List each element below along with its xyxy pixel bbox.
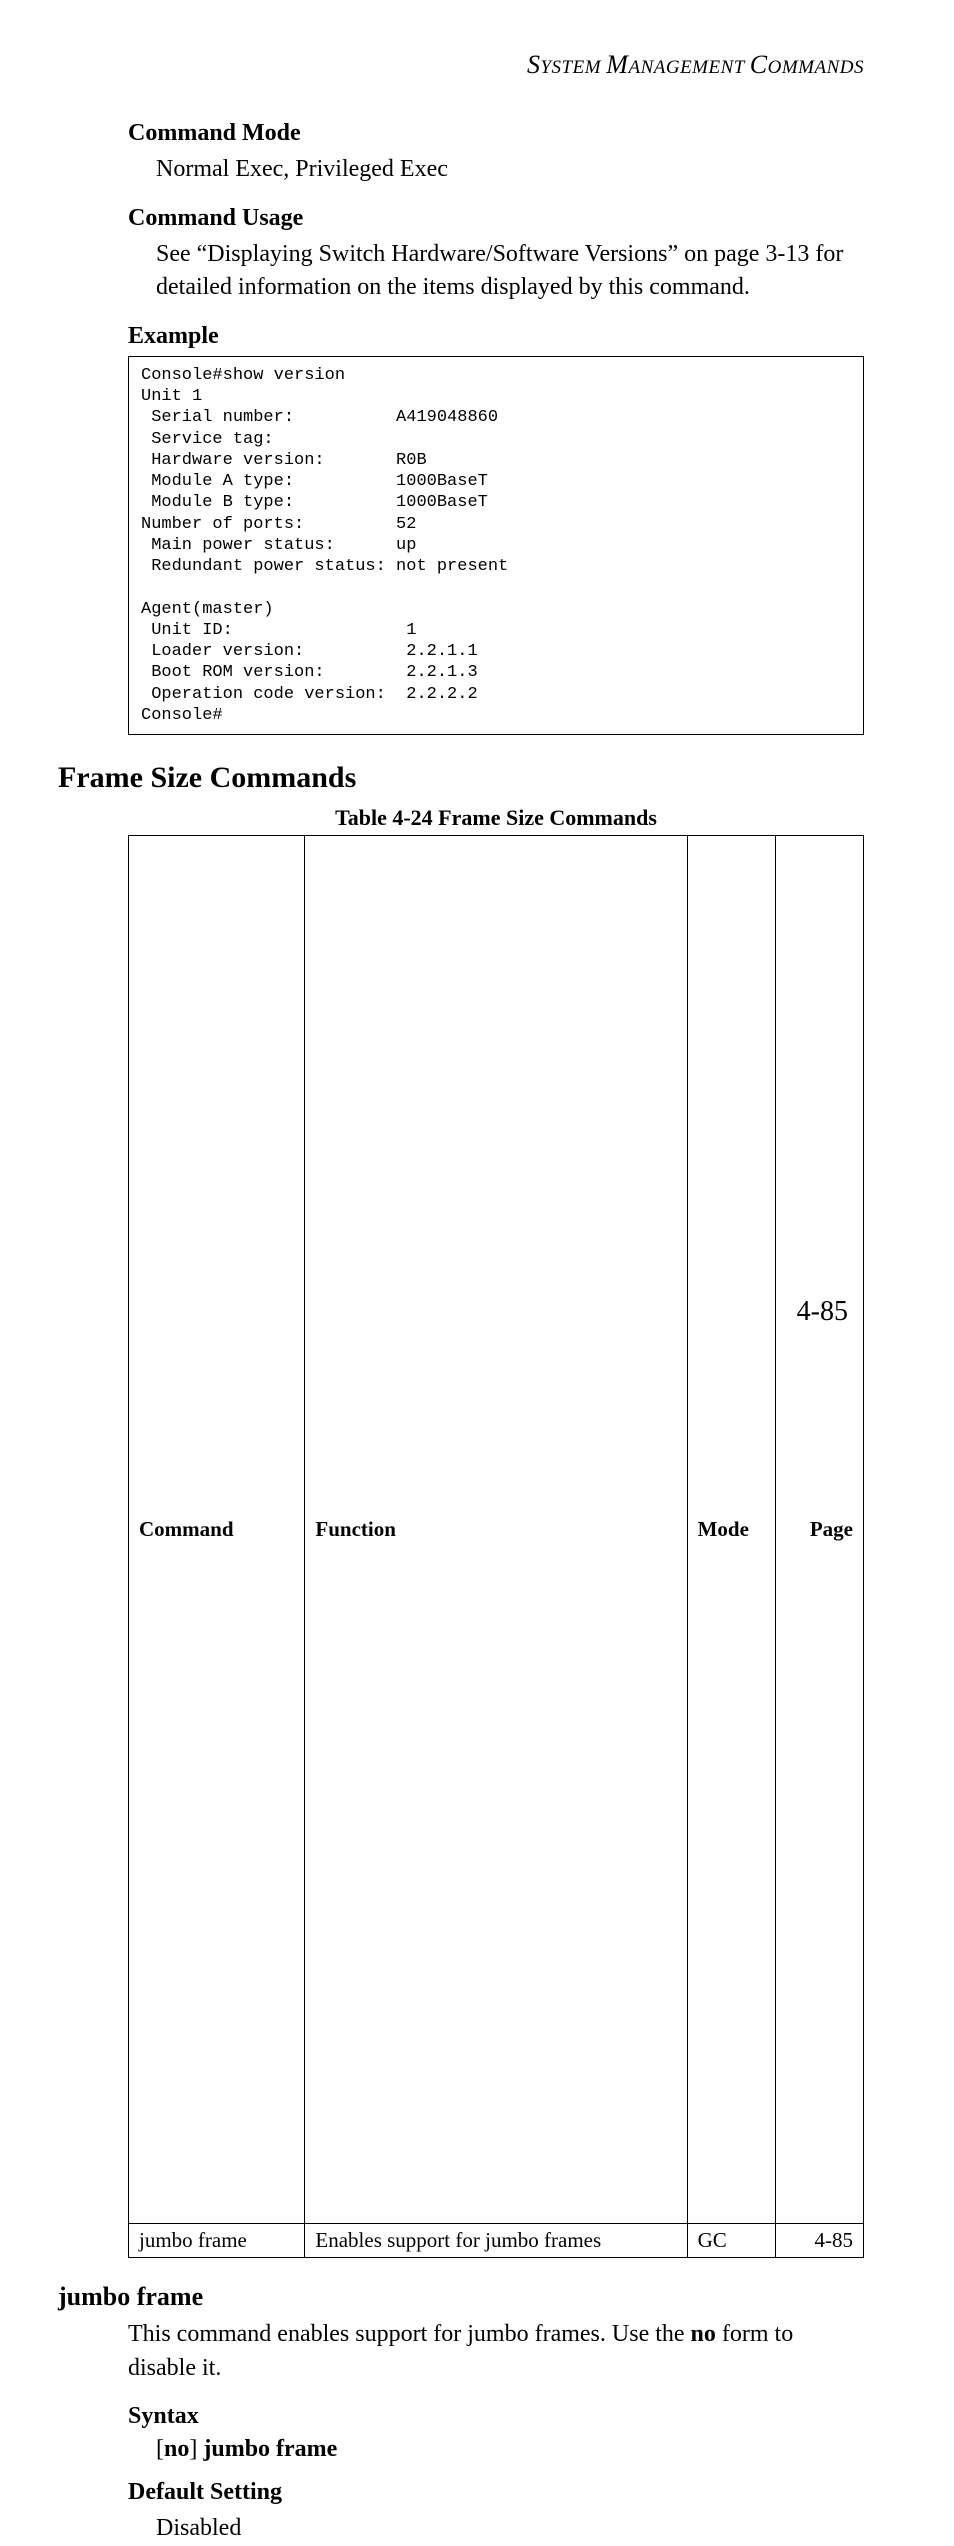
td-page: 4-85	[775, 2224, 863, 2258]
frame-size-table: Command Function Mode Page jumbo frame E…	[128, 835, 864, 2258]
td-command: jumbo frame	[129, 2224, 305, 2258]
console-line: Serial number: A419048860	[141, 408, 498, 427]
console-line: Redundant power status: not present	[141, 557, 508, 576]
console-line: Console#	[141, 706, 223, 725]
console-line: Agent(master)	[141, 600, 274, 619]
rh-anagement: ANAGEMENT	[628, 57, 749, 78]
table-row: jumbo frame Enables support for jumbo fr…	[129, 2224, 864, 2258]
th-function: Function	[305, 836, 687, 2224]
td-function: Enables support for jumbo frames	[305, 2224, 687, 2258]
heading-jumbo-frame: jumbo frame	[58, 2282, 864, 2312]
table-caption: Table 4-24 Frame Size Commands	[128, 805, 864, 831]
page-number: 4-85	[797, 1296, 848, 1328]
console-line: Boot ROM version: 2.2.1.3	[141, 663, 478, 682]
text-disabled: Disabled	[156, 2512, 864, 2546]
console-line: Number of ports: 52	[141, 515, 416, 534]
heading-default-setting: Default Setting	[128, 2479, 864, 2506]
syntax-jumbo: jumbo frame	[203, 2436, 337, 2462]
console-line: Main power status: up	[141, 536, 416, 555]
rh-ommands: OMMANDS	[768, 57, 864, 78]
running-header: SYSTEM MANAGEMENT COMMANDS	[128, 50, 864, 80]
text-normal-exec: Normal Exec, Privileged Exec	[156, 153, 864, 187]
text-command-usage: See “Displaying Switch Hardware/Software…	[156, 238, 864, 305]
syntax-no: no	[164, 2436, 189, 2462]
th-page: Page	[775, 836, 863, 2224]
console-line: Module B type: 1000BaseT	[141, 493, 488, 512]
console-line: Operation code version: 2.2.2.2	[141, 685, 478, 704]
rh-m: M	[606, 50, 628, 79]
console-line: Module A type: 1000BaseT	[141, 472, 488, 491]
console-line: Loader version: 2.2.1.1	[141, 642, 478, 661]
console-line: Hardware version: R0B	[141, 451, 427, 470]
heading-example: Example	[128, 323, 864, 350]
heading-command-usage: Command Usage	[128, 205, 864, 232]
th-mode: Mode	[687, 836, 775, 2224]
td-mode: GC	[687, 2224, 775, 2258]
heading-command-mode: Command Mode	[128, 120, 864, 147]
page: SYSTEM MANAGEMENT COMMANDS Command Mode …	[0, 0, 954, 1388]
rh-c: C	[750, 50, 768, 79]
syntax-line: [no] jumbo frame	[156, 2436, 864, 2463]
heading-syntax: Syntax	[128, 2403, 864, 2430]
rh-ystem: YSTEM	[540, 57, 606, 78]
th-command: Command	[129, 836, 305, 2224]
console-line: Console#show version	[141, 366, 345, 385]
jumbo-desc-no: no	[691, 2321, 716, 2347]
table-header-row: Command Function Mode Page	[129, 836, 864, 2224]
console-output-box: Console#show version Unit 1 Serial numbe…	[128, 356, 864, 735]
console-line: Unit 1	[141, 387, 202, 406]
rh-s: S	[527, 50, 541, 79]
console-line: Unit ID: 1	[141, 621, 416, 640]
heading-frame-size-commands: Frame Size Commands	[58, 761, 864, 795]
jumbo-desc-pre: This command enables support for jumbo f…	[128, 2321, 691, 2347]
console-line: Service tag:	[141, 430, 274, 449]
text-jumbo-desc: This command enables support for jumbo f…	[128, 2318, 864, 2385]
